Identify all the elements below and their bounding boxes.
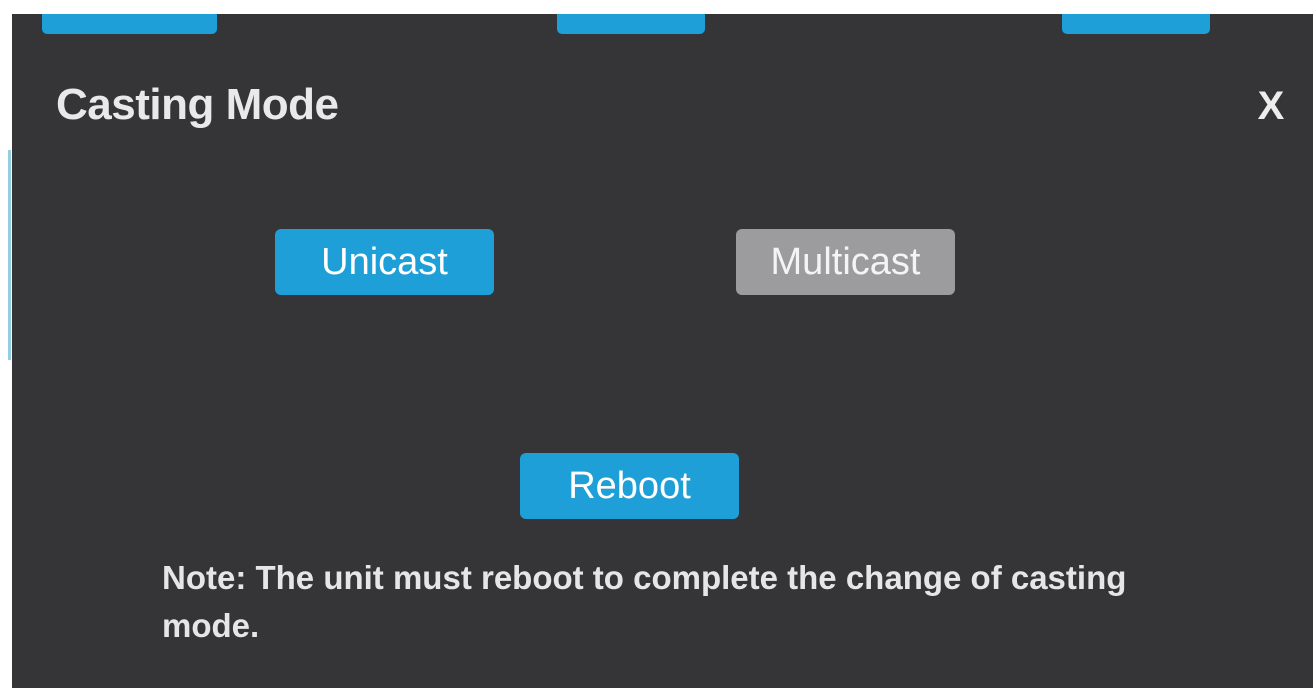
left-margin <box>0 0 12 688</box>
reboot-button[interactable]: Reboot <box>520 453 739 519</box>
unicast-button[interactable]: Unicast <box>275 229 494 295</box>
top-tab-partial-1[interactable] <box>42 14 217 34</box>
close-icon[interactable]: X <box>1251 84 1291 128</box>
multicast-button[interactable]: Multicast <box>736 229 955 295</box>
left-edge-accent <box>8 150 11 360</box>
top-tab-partial-2[interactable] <box>557 14 705 34</box>
casting-mode-dialog: Casting Mode X Unicast Multicast Reboot … <box>12 14 1313 688</box>
reboot-note: Note: The unit must reboot to complete t… <box>162 559 1127 644</box>
top-tab-partial-3[interactable] <box>1062 14 1210 34</box>
page: Casting Mode X Unicast Multicast Reboot … <box>0 0 1313 688</box>
dialog-title: Casting Mode <box>56 80 339 129</box>
